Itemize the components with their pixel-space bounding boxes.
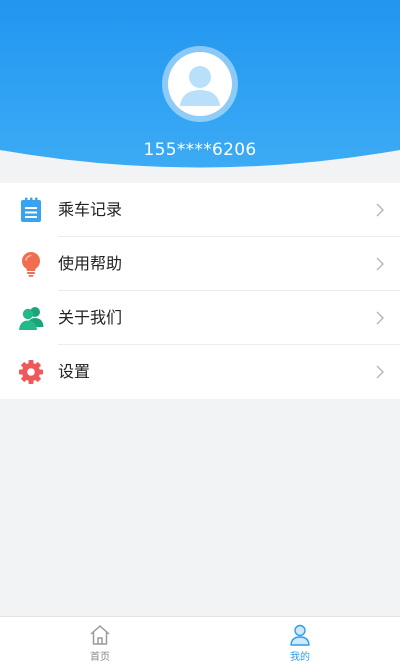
menu-item-about-us[interactable]: 关于我们: [0, 291, 400, 345]
tab-label: 首页: [90, 652, 110, 663]
menu-item-label: 设置: [58, 362, 91, 381]
user-icon: [290, 624, 310, 646]
bottom-tab-bar: 首页 我的: [0, 616, 400, 666]
menu-item-help[interactable]: 使用帮助: [0, 237, 400, 291]
menu-item-ride-records[interactable]: 乘车记录: [0, 183, 400, 237]
profile-header: 155****6206: [0, 0, 400, 175]
avatar[interactable]: [162, 46, 238, 122]
clipboard-icon: [21, 197, 41, 222]
tab-mine[interactable]: 我的: [200, 617, 400, 666]
menu-list: 乘车记录 使用帮助 关于我们 设置: [0, 183, 400, 399]
lightbulb-icon: [22, 252, 40, 277]
menu-item-settings[interactable]: 设置: [0, 345, 400, 399]
tab-home[interactable]: 首页: [0, 617, 200, 666]
phone-number: 155****6206: [143, 140, 257, 160]
menu-item-label: 乘车记录: [58, 200, 123, 219]
profile-page: 155****6206 乘车记录 使用帮助 关于我们 设置 首页 我的: [0, 0, 400, 666]
chevron-right-icon: [376, 203, 384, 217]
people-icon: [19, 307, 44, 330]
menu-item-label: 关于我们: [58, 308, 123, 327]
user-avatar-icon: [168, 52, 232, 116]
gear-icon: [19, 360, 43, 384]
tab-label: 我的: [290, 652, 310, 663]
menu-item-label: 使用帮助: [58, 254, 123, 273]
home-icon: [90, 625, 110, 645]
chevron-right-icon: [376, 257, 384, 271]
chevron-right-icon: [376, 365, 384, 379]
chevron-right-icon: [376, 311, 384, 325]
